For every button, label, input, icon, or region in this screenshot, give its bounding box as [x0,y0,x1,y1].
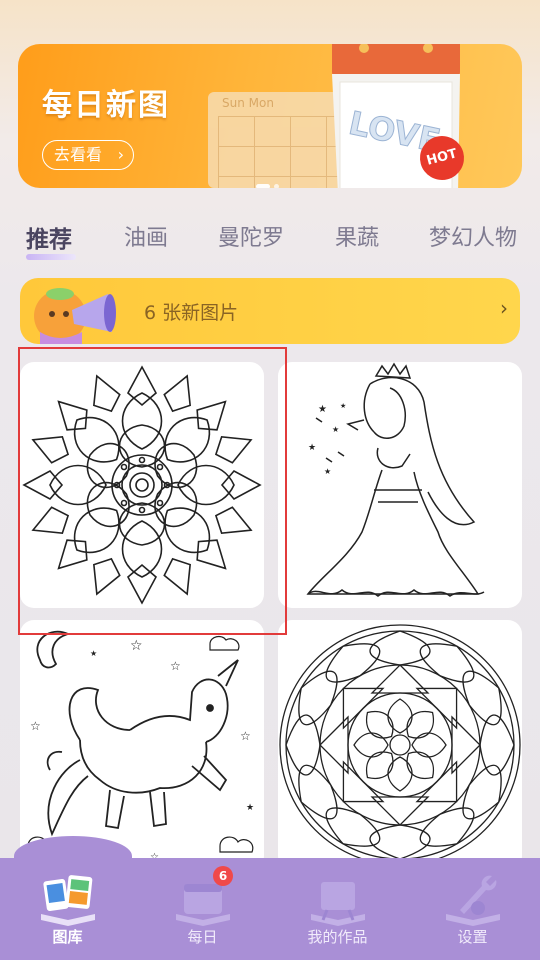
svg-text:☆: ☆ [130,638,143,654]
tab-mandala[interactable]: 曼陀罗 [218,220,284,252]
my-works-icon [311,882,365,926]
gallery-card-unicorn[interactable]: ☆ ☆ ☆ ☆ ☆ ★ ★ [20,620,264,870]
mandala-round-artwork [279,624,521,866]
nav-my-works-label: 我的作品 [307,928,368,946]
gallery-icon [41,875,95,926]
tab-fruits-vegetables[interactable]: 果蔬 [335,220,379,252]
nav-settings[interactable]: 设置 [405,858,540,960]
tab-fantasy-characters[interactable]: 梦幻人物 [429,220,517,252]
daily-new-banner[interactable]: Sun Mon LOVE 每日新图 去看看 › HOT [18,44,522,188]
mandala-flower-artwork [22,365,262,605]
nav-gallery[interactable]: 图库 [0,858,135,960]
megaphone-mascot-icon [34,288,116,344]
svg-text:★: ★ [318,404,327,415]
nav-settings-label: 设置 [457,928,488,946]
gallery-card-princess[interactable]: ★ ★ ★ ★ ★ [278,362,522,608]
notice-text: 6 张新图片 [144,302,239,324]
calendar-days-text: Sun Mon [222,96,274,110]
svg-text:☆: ☆ [240,729,251,743]
tab-recommended[interactable]: 推荐 [26,220,72,254]
chevron-right-icon: › [500,296,508,320]
svg-text:★: ★ [340,402,346,410]
svg-text:☆: ☆ [170,659,181,673]
tab-oil-painting[interactable]: 油画 [124,220,168,252]
gallery-card-mandala-flower[interactable] [20,362,264,608]
new-images-notice[interactable]: 6 张新图片 › [20,278,520,344]
svg-text:★: ★ [332,425,339,434]
nav-daily-label: 每日 [187,928,218,946]
svg-text:★: ★ [246,803,254,813]
bottom-nav: 图库 6 每日 我的作品 设置 [0,858,540,960]
daily-badge: 6 [213,866,233,886]
chevron-right-icon: › [117,145,124,164]
svg-text:★: ★ [308,443,316,453]
settings-icon [446,875,500,926]
go-see-button[interactable]: 去看看 › [42,140,134,170]
carousel-indicator [256,176,283,188]
active-tab-indicator [26,254,76,260]
princess-artwork: ★ ★ ★ ★ ★ [306,362,485,597]
unicorn-artwork: ☆ ☆ ☆ ☆ ☆ ★ ★ [27,630,254,863]
category-tabs: 推荐 油画 曼陀罗 果蔬 梦幻人物 [0,220,540,260]
svg-text:☆: ☆ [30,719,41,733]
banner-title: 每日新图 [42,88,170,123]
svg-text:★: ★ [90,649,97,658]
nav-gallery-label: 图库 [52,928,83,946]
svg-text:★: ★ [324,467,331,476]
nav-my-works[interactable]: 我的作品 [270,858,405,960]
gallery-card-mandala-round[interactable] [278,620,522,870]
go-see-label: 去看看 [54,145,103,164]
nav-daily[interactable]: 6 每日 [135,858,270,960]
